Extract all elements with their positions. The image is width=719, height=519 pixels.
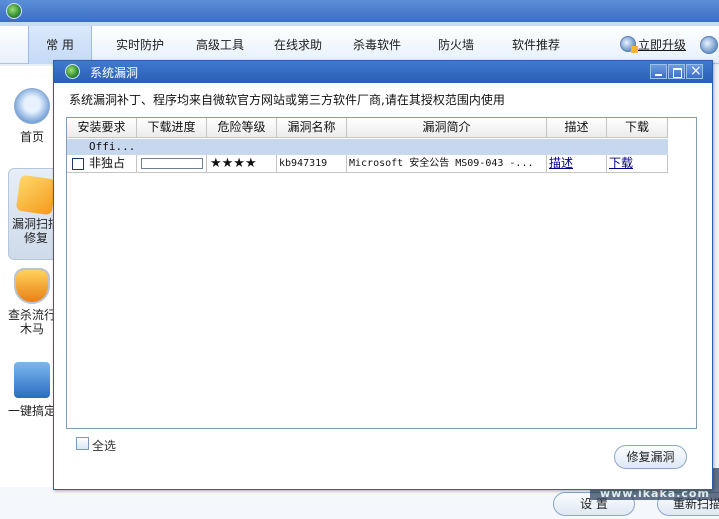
upgrade-button[interactable]: 立即升级 [620,36,686,54]
cell-name: kb947319 [277,155,347,172]
maximize-button[interactable] [668,64,685,79]
cell-danger: ★★★★ [207,155,277,172]
vulnerability-dialog: 系统漏洞 系统漏洞补丁、程序均来自微软官方网站或第三方软件厂商,请在其授权范围内… [53,60,713,490]
shield-icon [14,268,50,304]
col-header-name[interactable]: 漏洞名称 [277,118,347,138]
dialog-titlebar: 系统漏洞 [54,61,712,83]
table-header: 安装要求 下载进度 危险等级 漏洞名称 漏洞简介 描述 下载 [67,118,668,138]
col-header-danger[interactable]: 危险等级 [207,118,277,138]
tab-antivirus[interactable]: 杀毒软件 [341,26,413,64]
home-icon [14,88,50,124]
sidebar: 首页 漏洞扫描修复 查杀流行木马 一键搞定 [0,66,64,519]
tab-software-recommend[interactable]: 软件推荐 [500,26,572,64]
col-header-download[interactable]: 下载 [607,118,668,138]
tab-online-help[interactable]: 在线求助 [262,26,334,64]
app-logo-icon [6,3,22,19]
col-header-summary[interactable]: 漏洞简介 [347,118,547,138]
table-row[interactable]: 非独占 ★★★★ kb947319 Microsoft 安全公告 MS09-04… [67,155,668,173]
select-all-checkbox[interactable] [76,437,89,450]
main-titlebar [0,0,719,22]
col-header-progress[interactable]: 下载进度 [137,118,207,138]
tab-realtime-protection[interactable]: 实时防护 [104,26,176,64]
dialog-title: 系统漏洞 [90,66,139,80]
download-link[interactable]: 下载 [609,156,633,170]
upgrade-icon [620,36,638,53]
top-nav: 常 用 实时防护 高级工具 在线求助 杀毒软件 防火墙 软件推荐 立即升级 [0,26,719,64]
cell-download: 下载 [607,155,668,172]
cell-requirement: 非独占 [67,155,137,172]
vulnerability-table: 安装要求 下载进度 危险等级 漏洞名称 漏洞简介 描述 下载 Offi... 非… [66,117,697,429]
col-header-desc[interactable]: 描述 [547,118,607,138]
tab-advanced-tools[interactable]: 高级工具 [184,26,256,64]
sidebar-item-label: 一键搞定 [7,404,56,418]
tab-firewall[interactable]: 防火墙 [424,26,488,64]
sidebar-item-label: 查杀流行木马 [7,308,56,336]
help-icon[interactable] [700,36,718,54]
shield-box-icon [15,174,57,216]
dialog-logo-icon [65,64,80,79]
select-all-label[interactable]: 全选 [92,437,116,454]
cell-desc: 描述 [547,155,607,172]
sidebar-item-label: 首页 [19,130,44,144]
dialog-description: 系统漏洞补丁、程序均来自微软官方网站或第三方软件厂商,请在其授权范围内使用 [69,93,505,107]
minimize-button[interactable] [650,64,667,79]
cell-summary: Microsoft 安全公告 MS09-043 -... [347,155,547,172]
download-progress-bar [141,158,203,169]
one-click-icon [14,362,50,398]
cell-progress [137,155,207,172]
group-label: Offi... [89,140,136,153]
row-checkbox[interactable] [72,158,84,170]
requirement-text: 非独占 [89,156,126,170]
col-header-requirement[interactable]: 安装要求 [67,118,137,138]
repair-vulnerability-button[interactable]: 修复漏洞 [614,445,687,469]
description-link[interactable]: 描述 [549,156,573,170]
close-button[interactable] [686,63,703,79]
group-row[interactable]: Offi... [67,139,668,155]
upgrade-label: 立即升级 [638,38,687,52]
tab-common[interactable]: 常 用 [28,26,92,64]
